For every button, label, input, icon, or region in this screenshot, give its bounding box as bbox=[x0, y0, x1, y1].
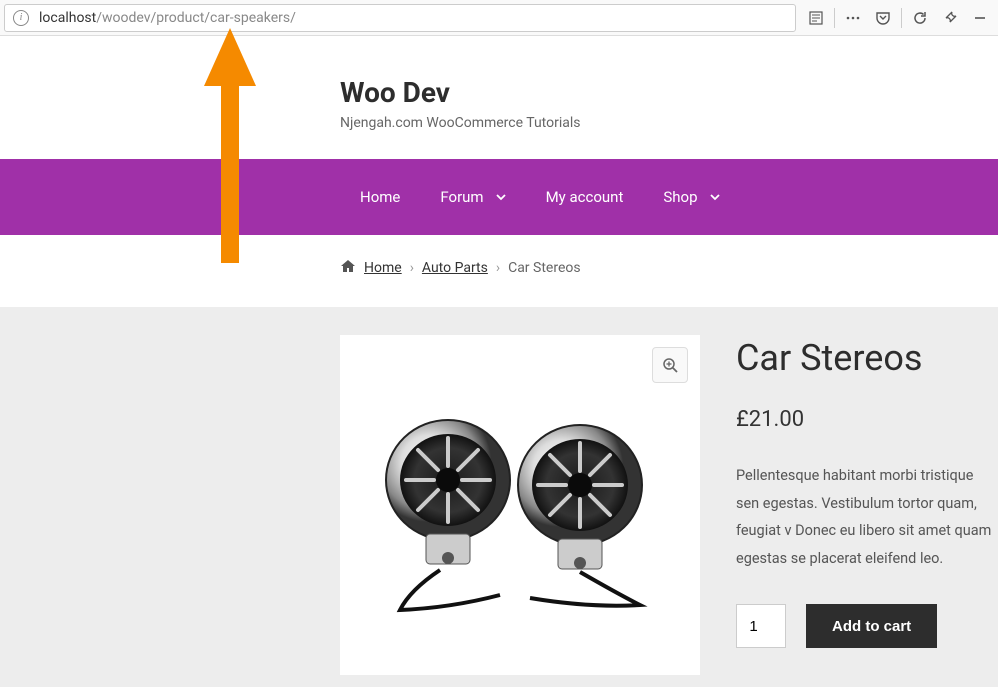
breadcrumb-current: Car Stereos bbox=[508, 260, 581, 276]
breadcrumb: Home › Auto Parts › Car Stereos bbox=[0, 235, 998, 307]
url-host: localhost bbox=[39, 10, 96, 26]
quantity-input[interactable] bbox=[736, 604, 786, 648]
reload-icon[interactable] bbox=[906, 4, 934, 32]
nav-label: Forum bbox=[440, 188, 483, 206]
breadcrumb-separator: › bbox=[496, 260, 500, 276]
address-bar-actions bbox=[802, 4, 994, 32]
developer-icon[interactable] bbox=[936, 4, 964, 32]
product-info: Car Stereos £21.00 Pellentesque habitant… bbox=[736, 335, 998, 687]
site-title: Woo Dev bbox=[340, 76, 998, 109]
product-image-container bbox=[340, 335, 700, 675]
browser-address-bar: i localhost/woodev/product/car-speakers/ bbox=[0, 0, 998, 36]
site-tagline: Njengah.com WooCommerce Tutorials bbox=[340, 115, 998, 131]
nav-label: Shop bbox=[663, 188, 697, 206]
main-nav: Home Forum My account Shop bbox=[0, 159, 998, 235]
chevron-down-icon bbox=[496, 192, 506, 202]
breadcrumb-separator: › bbox=[410, 260, 414, 276]
chevron-down-icon bbox=[710, 192, 720, 202]
nav-label: Home bbox=[360, 188, 400, 206]
product-price: £21.00 bbox=[736, 407, 998, 432]
url-box[interactable]: i localhost/woodev/product/car-speakers/ bbox=[4, 4, 796, 32]
url-text: localhost/woodev/product/car-speakers/ bbox=[39, 10, 296, 26]
reader-view-icon[interactable] bbox=[802, 4, 830, 32]
breadcrumb-home[interactable]: Home bbox=[364, 260, 402, 276]
product-description: Pellentesque habitant morbi tristique se… bbox=[736, 462, 998, 572]
zoom-icon[interactable] bbox=[652, 347, 688, 383]
info-icon[interactable]: i bbox=[13, 10, 29, 26]
pocket-icon[interactable] bbox=[869, 4, 897, 32]
nav-item-shop[interactable]: Shop bbox=[643, 159, 739, 235]
product-image[interactable] bbox=[370, 390, 670, 620]
breadcrumb-category[interactable]: Auto Parts bbox=[422, 260, 488, 276]
url-path: /woodev/product/car-speakers/ bbox=[96, 10, 296, 26]
add-to-cart-button[interactable]: Add to cart bbox=[806, 604, 937, 648]
add-to-cart-row: Add to cart bbox=[736, 604, 998, 648]
nav-item-home[interactable]: Home bbox=[340, 159, 420, 235]
nav-item-forum[interactable]: Forum bbox=[420, 159, 525, 235]
product-title: Car Stereos bbox=[736, 337, 998, 379]
site-header: Woo Dev Njengah.com WooCommerce Tutorial… bbox=[0, 36, 998, 159]
nav-item-my-account[interactable]: My account bbox=[526, 159, 644, 235]
home-icon bbox=[340, 259, 356, 277]
nav-label: My account bbox=[546, 188, 624, 206]
more-icon[interactable] bbox=[839, 4, 867, 32]
minimize-icon[interactable] bbox=[966, 4, 994, 32]
product-section: Car Stereos £21.00 Pellentesque habitant… bbox=[0, 307, 998, 687]
